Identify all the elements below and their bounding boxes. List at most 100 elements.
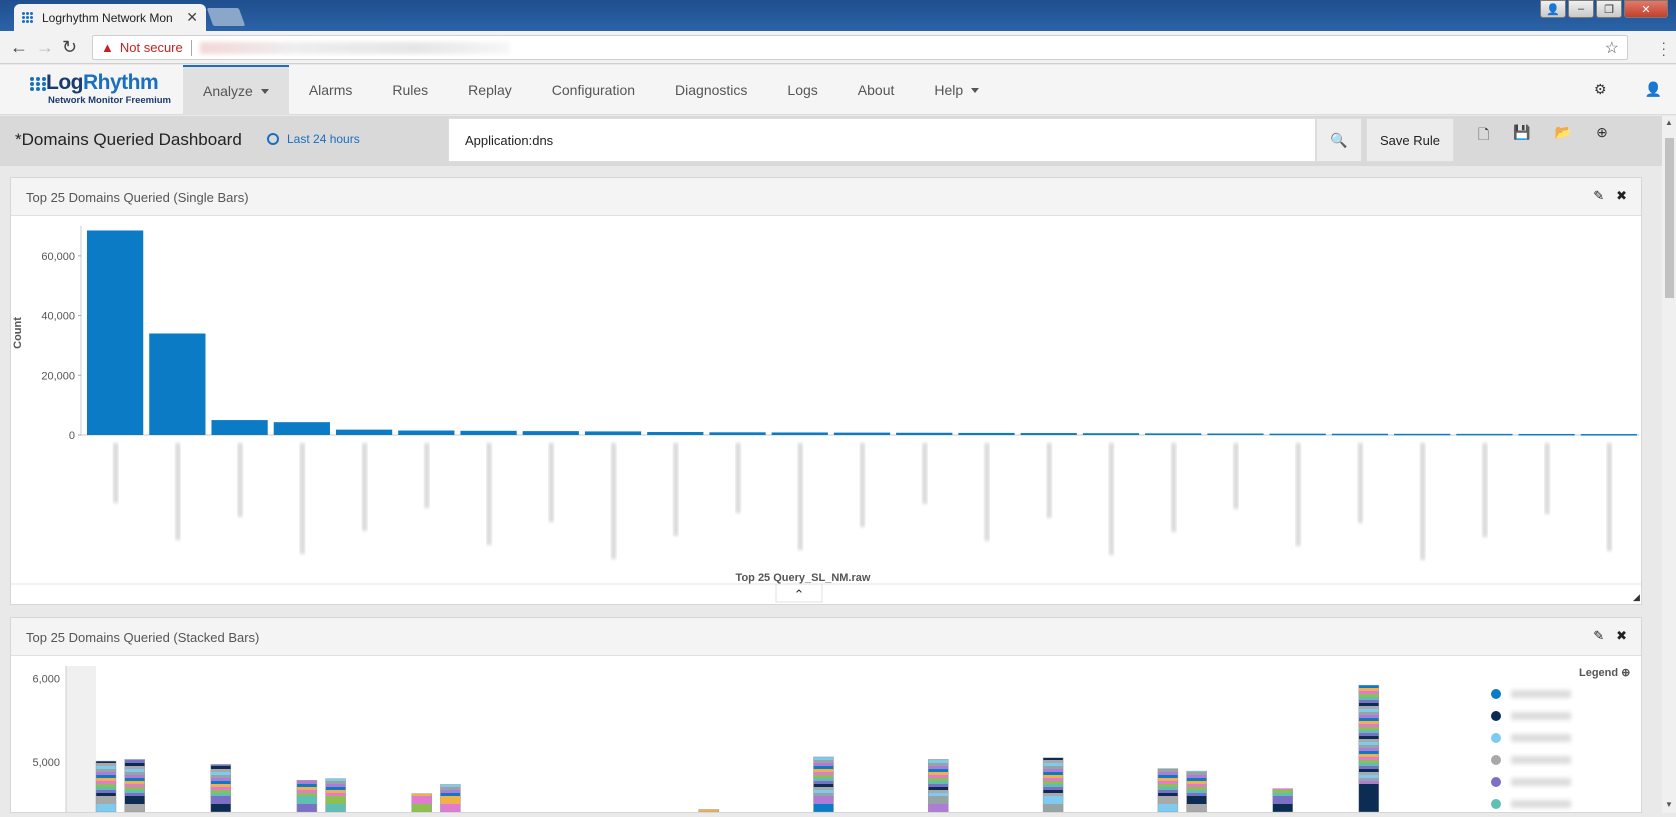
stack-segment (814, 769, 834, 772)
stack-segment (1359, 748, 1379, 751)
page-scrollbar[interactable]: ▲ ▼ (1662, 116, 1676, 813)
scroll-down-icon[interactable]: ▼ (1665, 800, 1673, 809)
user-profile-icon[interactable]: 👤 (1540, 0, 1566, 18)
stack-segment (96, 769, 116, 772)
stack-segment (814, 784, 834, 787)
divider (191, 40, 192, 56)
bar (87, 230, 143, 435)
stack-segment (928, 760, 948, 763)
stack-segment (96, 772, 116, 775)
panel-header: Top 25 Domains Queried (Stacked Bars) ✎ … (11, 618, 1641, 656)
legend-item[interactable] (1491, 771, 1630, 793)
stack-segment (1359, 697, 1379, 700)
legend-item[interactable] (1491, 705, 1630, 727)
nav-logs[interactable]: Logs (767, 65, 837, 115)
add-widget-icon[interactable]: ⊕ (1596, 124, 1608, 148)
stack-segment (1359, 727, 1379, 730)
save-rule-button[interactable]: Save Rule (1366, 118, 1454, 162)
stack-segment (96, 766, 116, 769)
stack-segment (125, 772, 145, 775)
time-range-selector[interactable]: Last 24 hours (267, 132, 360, 146)
x-tick-label-redacted (611, 443, 616, 559)
legend-item[interactable] (1491, 749, 1630, 771)
forward-icon[interactable]: → (36, 37, 54, 58)
bar (274, 422, 330, 435)
nav-alarms[interactable]: Alarms (289, 65, 373, 115)
stack-segment (1359, 781, 1379, 784)
legend-item[interactable] (1491, 727, 1630, 749)
x-tick-label-redacted (362, 443, 367, 531)
open-folder-icon[interactable]: 📂 (1555, 124, 1572, 148)
legend-item[interactable] (1491, 683, 1630, 705)
scrollbar-thumb[interactable] (1665, 138, 1674, 298)
stack-segment (1359, 793, 1379, 796)
stack-segment (125, 790, 145, 793)
legend-item[interactable] (1491, 793, 1630, 815)
x-tick-label-redacted (1233, 443, 1238, 509)
edit-pencil-icon[interactable]: ✎ (1593, 188, 1604, 204)
bar (709, 432, 765, 435)
stack-segment (211, 781, 231, 784)
stack-segment (297, 787, 317, 790)
nav-about[interactable]: About (838, 65, 915, 115)
stack-segment (1187, 778, 1207, 781)
stack-segment (211, 775, 231, 778)
y-tick-label: 6,000 (32, 674, 60, 686)
stack-segment (1359, 709, 1379, 712)
stack-segment (814, 766, 834, 769)
nav-configuration[interactable]: Configuration (532, 65, 655, 115)
chart-legend[interactable]: Legend ⊕ (1491, 666, 1630, 815)
query-input[interactable]: Application:dns (448, 118, 1316, 162)
x-tick-label-redacted (1607, 443, 1612, 551)
nav-label: Configuration (552, 82, 635, 98)
stack-segment (326, 793, 346, 796)
save-dashboard-icon[interactable]: 💾 (1513, 124, 1530, 148)
stack-segment (125, 766, 145, 769)
browser-menu-icon[interactable]: ··· (1661, 39, 1666, 57)
nav-help[interactable]: Help (914, 65, 999, 115)
nav-diagnostics[interactable]: Diagnostics (655, 65, 767, 115)
stack-segment (440, 787, 460, 790)
stack-segment (1158, 793, 1178, 796)
stack-segment (1359, 760, 1379, 763)
legend-label-redacted (1511, 778, 1571, 786)
edit-pencil-icon[interactable]: ✎ (1593, 628, 1604, 644)
restore-icon[interactable]: ❐ (1596, 0, 1622, 18)
close-window-icon[interactable]: ✕ (1624, 0, 1668, 18)
new-tab-button[interactable] (207, 8, 246, 26)
new-dashboard-icon[interactable]: 🗋 (1478, 124, 1489, 148)
stack-segment (125, 763, 145, 766)
x-tick-label-redacted (1420, 443, 1425, 560)
close-panel-icon[interactable]: ✖ (1616, 188, 1627, 204)
url-field[interactable]: ▲ Not secure ☆ (92, 35, 1628, 60)
reload-icon[interactable]: ↻ (62, 37, 77, 58)
legend-label-redacted (1511, 734, 1571, 742)
y-tick-label: 60,000 (41, 251, 75, 263)
nav-rules[interactable]: Rules (372, 65, 448, 115)
user-icon[interactable]: 👤 (1645, 81, 1662, 98)
panel-tools: ✎ ✖ (1593, 628, 1627, 644)
stack-segment (1043, 758, 1063, 760)
scroll-up-icon[interactable]: ▲ (1665, 118, 1673, 127)
stack-segment (814, 796, 834, 804)
stack-segment (1158, 787, 1178, 790)
settings-sliders-icon[interactable]: ⚙ (1594, 81, 1607, 98)
stack-segment (440, 793, 460, 796)
bar (336, 430, 392, 435)
bookmark-star-icon[interactable]: ☆ (1605, 38, 1619, 58)
panel-title: Top 25 Domains Queried (Stacked Bars) (26, 630, 259, 645)
x-tick-label-redacted (300, 443, 305, 554)
stack-segment (928, 804, 948, 812)
stack-segment (1359, 739, 1379, 742)
y-tick-label: 40,000 (41, 311, 75, 323)
minimize-icon[interactable]: – (1568, 0, 1594, 18)
close-panel-icon[interactable]: ✖ (1616, 628, 1627, 644)
nav-analyze[interactable]: Analyze (183, 65, 289, 115)
search-button[interactable]: 🔍 (1316, 118, 1362, 162)
stack-segment (1359, 790, 1379, 793)
stack-segment (211, 784, 231, 787)
close-tab-icon[interactable]: ✕ (186, 9, 198, 26)
browser-tab[interactable]: Logrhythm Network Mon ✕ (14, 4, 206, 31)
back-icon[interactable]: ← (10, 37, 28, 58)
nav-replay[interactable]: Replay (448, 65, 532, 115)
